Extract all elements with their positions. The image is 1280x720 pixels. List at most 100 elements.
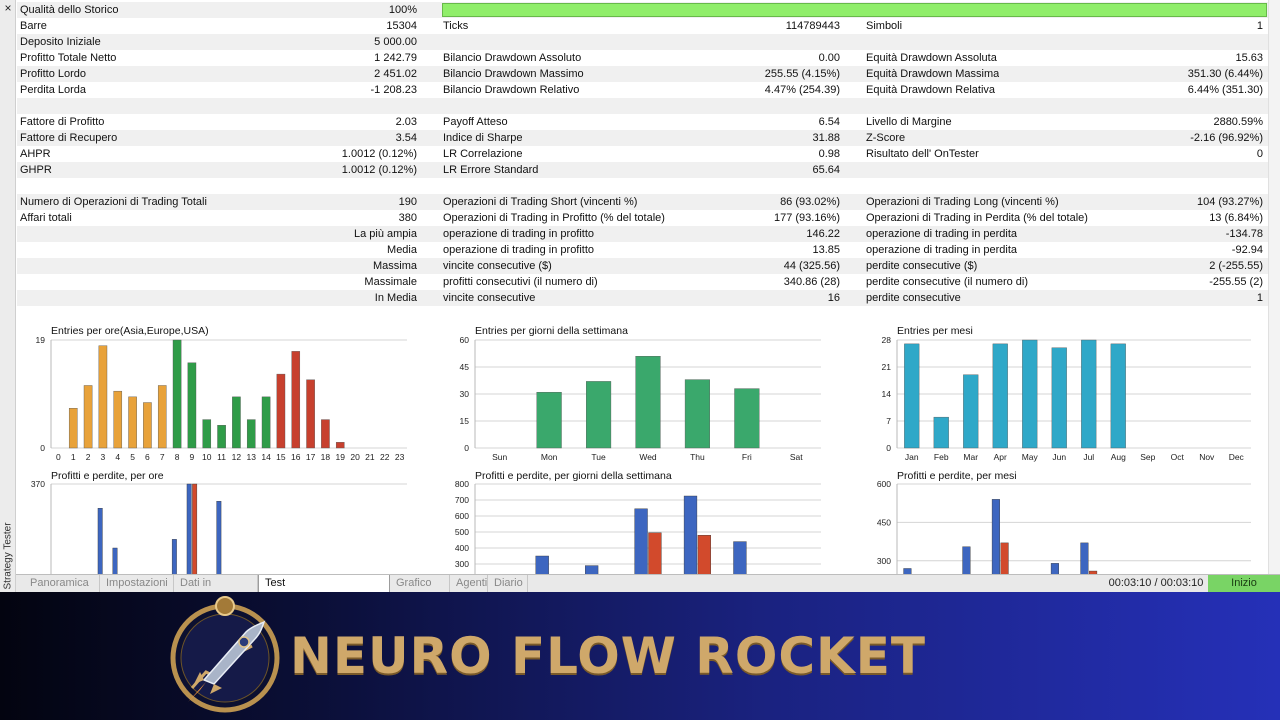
close-icon[interactable]: ×: [2, 2, 14, 14]
chart-bar: [202, 419, 212, 449]
chart-bar: [172, 339, 182, 449]
report-label: Bilancio Drawdown Massimo: [443, 68, 584, 80]
y-tick-label: 28: [882, 335, 892, 345]
chart-bar: [276, 373, 286, 449]
chart-bar: [933, 416, 949, 449]
chart-bar: [1022, 339, 1038, 449]
report-label: operazione di trading in profitto: [443, 228, 595, 240]
report-value: -255.55 (2): [1209, 276, 1263, 288]
report-label: vincite consecutive: [443, 292, 536, 304]
report-row: Profitto Totale Netto 1 242.79 Bilancio Dr…: [17, 50, 1268, 66]
backtest-report: Qualità dello Storico 100% Barre 15304 Ticks…: [17, 2, 1268, 322]
rocket-logo-icon: [170, 596, 280, 713]
report-label: Equità Drawdown Assoluta: [866, 52, 997, 64]
report-label: operazione di trading in profitto: [443, 244, 595, 256]
report-value: 255.55 (4.15%): [764, 68, 840, 80]
tab-diario[interactable]: Diario: [488, 575, 528, 592]
elapsed-timer: 00:03:10 / 00:03:10: [1108, 577, 1204, 589]
tab-agenti[interactable]: Agenti: [450, 575, 488, 592]
report-label: Profitto Lordo: [20, 68, 87, 80]
report-label: Equità Drawdown Relativa: [866, 84, 996, 96]
report-label: Operazioni di Trading in Perdita (% del …: [866, 212, 1088, 224]
x-tick-label: May: [1022, 452, 1039, 462]
report-value: 1.0012 (0.12%): [341, 164, 417, 176]
x-tick-label: Thu: [690, 452, 705, 462]
report-label: profitti consecutivi (il numero di): [443, 276, 598, 288]
report-value: 0: [1256, 148, 1263, 160]
y-tick-label: 60: [460, 335, 470, 345]
report-value: 104 (93.27%): [1196, 196, 1263, 208]
chart-panel: Profitti e perdite, per mesi 300 450 600: [877, 470, 1251, 574]
report-label: Z-Score: [866, 132, 906, 144]
report-value: 146.22: [806, 228, 840, 240]
y-tick-label: 450: [877, 517, 891, 527]
chart-bar: [128, 396, 137, 449]
chart-bar: [143, 402, 152, 449]
x-tick-label: 14: [261, 452, 271, 462]
tab-panoramica[interactable]: Panoramica: [24, 575, 100, 592]
tab-dati-in-ingresso[interactable]: Dati in ingresso: [174, 575, 258, 592]
x-tick-label: 5: [130, 452, 135, 462]
report-value: 4.47% (254.39): [764, 84, 840, 96]
x-tick-label: Feb: [934, 452, 949, 462]
report-row: Fattore di Profitto 2.03 Payoff Atteso 6.54…: [17, 114, 1268, 130]
report-label: perdite consecutive (il numero di): [866, 276, 1029, 288]
report-label: vincite consecutive ($): [443, 260, 552, 272]
report-value: 340.86 (28): [783, 276, 840, 288]
report-value: -1 208.23: [370, 84, 417, 96]
report-value: In Media: [374, 292, 417, 304]
x-tick-label: 18: [321, 452, 331, 462]
profit-bar: [585, 565, 599, 574]
report-value: Massimale: [364, 276, 417, 288]
x-tick-label: Dec: [1229, 452, 1245, 462]
report-label: Simboli: [866, 20, 903, 32]
chart-bar: [232, 396, 241, 449]
chart-panel: Profitti e perdite, per giorni della set…: [455, 470, 821, 574]
report-label: Risultato dell' OnTester: [866, 148, 979, 160]
report-value: 65.64: [812, 164, 840, 176]
chart-bar: [217, 425, 226, 449]
report-value: 190: [398, 196, 417, 208]
y-tick-label: 19: [36, 335, 46, 345]
x-tick-label: Jan: [905, 452, 919, 462]
profit-bar: [683, 495, 698, 574]
chart-bar: [321, 419, 330, 449]
y-tick-label: 0: [464, 443, 469, 453]
tab-test-retroattivo-backtest[interactable]: Test Retroattivo(Backtest): [258, 575, 390, 592]
report-row: Numero di Operazioni di Trading Totali 19…: [17, 194, 1268, 210]
vertical-scrollbar[interactable]: [1268, 0, 1280, 574]
chart-bar: [335, 442, 345, 449]
brand-banner: NEURO FLOW ROCKET: [0, 592, 1280, 720]
report-label: Operazioni di Trading Long (vincenti %): [866, 196, 1059, 208]
loss-bar: [648, 532, 662, 574]
y-tick-label: 0: [886, 443, 891, 453]
report-value: 5 000.00: [374, 36, 417, 48]
chart-bar: [113, 390, 123, 449]
chart-title: Profitti e perdite, per ore: [51, 470, 164, 482]
x-tick-label: 15: [276, 452, 286, 462]
tab-impostazioni[interactable]: Impostazioni: [100, 575, 174, 592]
chart-title: Profitti e perdite, per mesi: [897, 470, 1017, 482]
strategy-tester-window: × Strategy Tester Qualità dello Storico 1…: [0, 0, 1280, 592]
chart-bar: [635, 356, 661, 449]
chart-bar: [904, 343, 920, 449]
profit-bar: [733, 541, 747, 574]
report-label: LR Errore Standard: [443, 164, 539, 176]
x-tick-label: 7: [160, 452, 165, 462]
y-tick-label: 300: [877, 556, 891, 566]
chart-panel: Entries per mesi 0 7 14 21 28 Jan Feb Mar Apr May J…: [882, 325, 1251, 462]
chart-title: Entries per giorni della settimana: [475, 325, 628, 337]
profit-bar: [991, 499, 1000, 574]
start-button[interactable]: Inizio: [1208, 575, 1280, 592]
chart-bar: [187, 362, 197, 449]
loss-bar: [1000, 542, 1009, 574]
y-tick-label: 600: [877, 479, 891, 489]
report-value: 3.54: [395, 132, 417, 144]
y-tick-label: 370: [31, 479, 45, 489]
history-quality-bar: [442, 3, 1267, 17]
report-label: Operazioni di Trading in Profitto (% del…: [443, 212, 665, 224]
y-tick-label: 500: [455, 527, 469, 537]
x-tick-label: 20: [350, 452, 360, 462]
report-label: operazione di trading in perdita: [866, 228, 1018, 240]
tab-grafico[interactable]: Grafico: [390, 575, 450, 592]
